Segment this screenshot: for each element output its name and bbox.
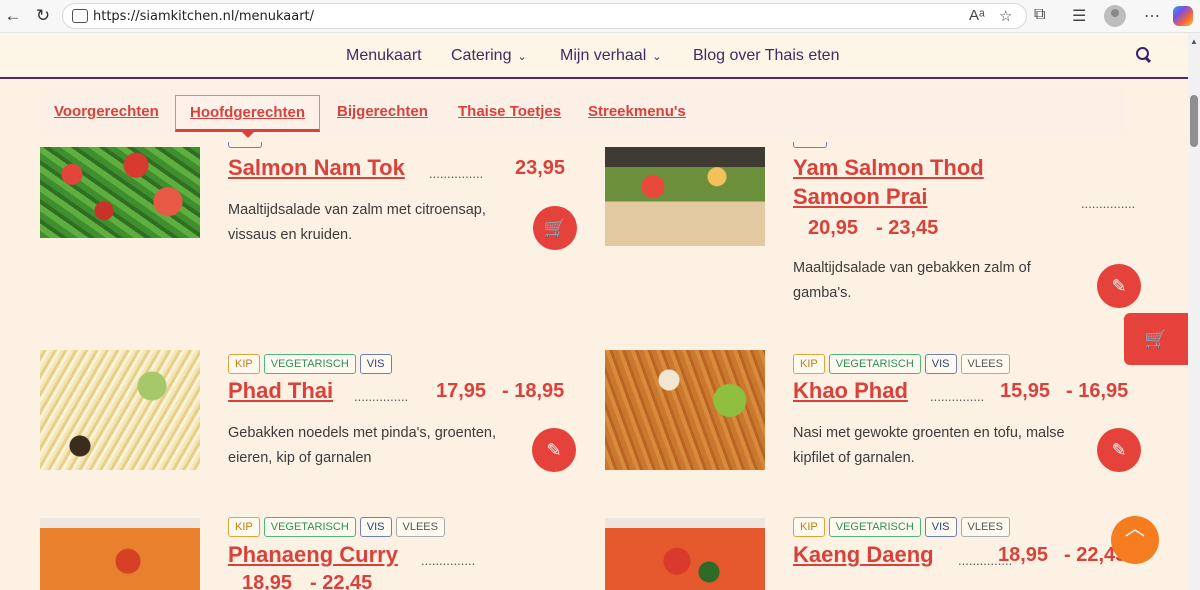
edit-pencil-icon: ✎ <box>1111 276 1127 296</box>
scroll-to-top-button[interactable]: ︿ <box>1111 516 1159 564</box>
dish-name-salmon-nam-tok[interactable]: Salmon Nam Tok <box>228 153 405 182</box>
url-text: https://siamkitchen.nl/menukaart/ <box>93 9 315 24</box>
price-leader: ............... <box>429 166 484 181</box>
dish-name-khao-phad[interactable]: Khao Phad <box>793 376 908 405</box>
dish-price-low: 18,95 <box>242 572 293 590</box>
dish-price-low: 18,95 <box>998 544 1049 566</box>
favorites-icon[interactable]: ☰ <box>1072 6 1086 26</box>
dish-photo-phad-thai[interactable] <box>40 350 200 470</box>
choose-option-button[interactable]: ✎ <box>1097 428 1141 472</box>
tag-vegetarisch: VEGETARISCH <box>828 354 921 374</box>
dish-price-high: - 18,95 <box>502 380 565 402</box>
reload-icon[interactable]: ↻ <box>32 5 54 27</box>
more-menu-icon[interactable]: ⋯ <box>1144 6 1160 26</box>
scroll-up-arrow-icon[interactable]: ▲ <box>1190 37 1198 46</box>
back-icon[interactable]: ← <box>2 5 24 27</box>
tab-streekmenus[interactable]: Streekmenu's <box>588 103 686 120</box>
dish-name-kaeng-daeng[interactable]: Kaeng Daeng <box>793 540 934 569</box>
floating-cart-button[interactable]: 🛒 <box>1124 313 1188 365</box>
tag-vegetarisch: VEGETARISCH <box>263 517 356 537</box>
dish-photo-khao-phad[interactable] <box>605 350 765 470</box>
edit-pencil-icon: ✎ <box>1111 440 1127 460</box>
price-leader: ............... <box>421 553 476 568</box>
tag-kip: KIP <box>793 517 825 537</box>
dish-tags: KIP VEGETARISCH VIS VLEES <box>793 517 1014 537</box>
nav-blog[interactable]: Blog over Thais eten <box>693 47 839 65</box>
dish-description: Maaltijdsalade van zalm met citroensap, … <box>228 202 486 243</box>
dish-tags: KIP VEGETARISCH VIS <box>228 354 396 374</box>
scrollbar-thumb[interactable] <box>1190 95 1198 147</box>
price-leader: ............... <box>930 389 985 404</box>
dish-price-low: 17,95 <box>436 380 487 402</box>
dish-price-low: 15,95 <box>1000 380 1051 402</box>
badge-fragment <box>228 142 262 148</box>
tab-hoofdgerechten[interactable]: Hoofdgerechten <box>175 95 321 138</box>
dish-photo-kaeng-daeng[interactable] <box>605 518 765 590</box>
favorite-star-icon[interactable]: ☆ <box>999 7 1012 25</box>
copilot-icon[interactable] <box>1173 6 1193 26</box>
choose-option-button[interactable]: ✎ <box>1097 264 1141 308</box>
dish-price: 23,95 <box>515 157 566 179</box>
address-bar[interactable]: https://siamkitchen.nl/menukaart/ Aᵃ ☆ <box>62 3 1027 29</box>
nav-catering[interactable]: Catering ⌄ <box>451 47 527 65</box>
nav-mijn-verhaal[interactable]: Mijn verhaal ⌄ <box>560 47 661 65</box>
chevron-down-icon: ⌄ <box>652 51 662 63</box>
dish-description: Maaltijdsalade van gebakken zalm of gamb… <box>793 260 1031 301</box>
tab-bijgerechten[interactable]: Bijgerechten <box>337 103 428 120</box>
read-aloud-icon[interactable]: Aᵃ <box>969 7 985 24</box>
extensions-icon[interactable]: ⧉ <box>1034 6 1045 24</box>
tag-kip: KIP <box>228 517 260 537</box>
dish-photo-phanaeng-curry[interactable] <box>40 518 200 590</box>
tag-vlees: VLEES <box>395 517 445 537</box>
dish-price-high: - 22,45 <box>310 572 373 590</box>
tag-vlees: VLEES <box>960 517 1010 537</box>
dish-name-yam-salmon[interactable]: Yam Salmon Thod Samoon Prai <box>793 153 984 211</box>
dish-price-low: 20,95 <box>808 217 859 239</box>
tag-vis: VIS <box>359 517 392 537</box>
dish-description: Gebakken noedels met pinda's, groenten, … <box>228 425 496 466</box>
dish-photo-yam-salmon[interactable] <box>605 147 765 246</box>
site-info-icon[interactable] <box>72 9 88 23</box>
price-leader: ............... <box>1081 196 1136 211</box>
search-icon[interactable] <box>1136 47 1151 62</box>
price-leader: ............... <box>354 389 409 404</box>
tag-vegetarisch: VEGETARISCH <box>828 517 921 537</box>
dish-name-phanaeng-curry[interactable]: Phanaeng Curry <box>228 540 398 569</box>
site-header-nav: Menukaart Catering ⌄ Mijn verhaal ⌄ Blog o… <box>0 33 1188 79</box>
tab-voorgerechten[interactable]: Voorgerechten <box>54 103 159 120</box>
nav-menukaart[interactable]: Menukaart <box>346 47 422 65</box>
dish-tags: KIP VEGETARISCH VIS VLEES <box>228 517 449 537</box>
dish-description: Nasi met gewokte groenten en tofu, malse… <box>793 425 1065 466</box>
tag-vis: VIS <box>359 354 392 374</box>
dish-photo-salmon-nam-tok[interactable] <box>40 147 200 238</box>
chevron-down-icon: ⌄ <box>517 51 527 63</box>
choose-option-button[interactable]: ✎ <box>532 428 576 472</box>
category-tabs: Voorgerechten Hoofdgerechten Bijgerechte… <box>40 87 1126 138</box>
tag-kip: KIP <box>228 354 260 374</box>
chevron-up-icon: ︿ <box>1125 518 1145 540</box>
badge-fragment <box>793 142 827 148</box>
tab-thaise-toetjes[interactable]: Thaise Toetjes <box>458 103 561 120</box>
dish-tags: KIP VEGETARISCH VIS VLEES <box>793 354 1014 374</box>
edit-pencil-icon: ✎ <box>546 440 562 460</box>
tag-vlees: VLEES <box>960 354 1010 374</box>
tag-vegetarisch: VEGETARISCH <box>263 354 356 374</box>
add-to-cart-button[interactable]: 🛒 <box>533 206 577 250</box>
dish-name-phad-thai[interactable]: Phad Thai <box>228 376 333 405</box>
profile-avatar[interactable] <box>1104 5 1126 27</box>
tag-vis: VIS <box>924 517 957 537</box>
cart-icon: 🛒 <box>1144 329 1168 349</box>
tag-vis: VIS <box>924 354 957 374</box>
cart-plus-icon: 🛒 <box>543 218 567 238</box>
dish-price-high: - 23,45 <box>876 217 939 239</box>
dish-price-high: - 16,95 <box>1066 380 1129 402</box>
browser-toolbar: ← ↻ https://siamkitchen.nl/menukaart/ Aᵃ… <box>0 0 1200 33</box>
tag-kip: KIP <box>793 354 825 374</box>
